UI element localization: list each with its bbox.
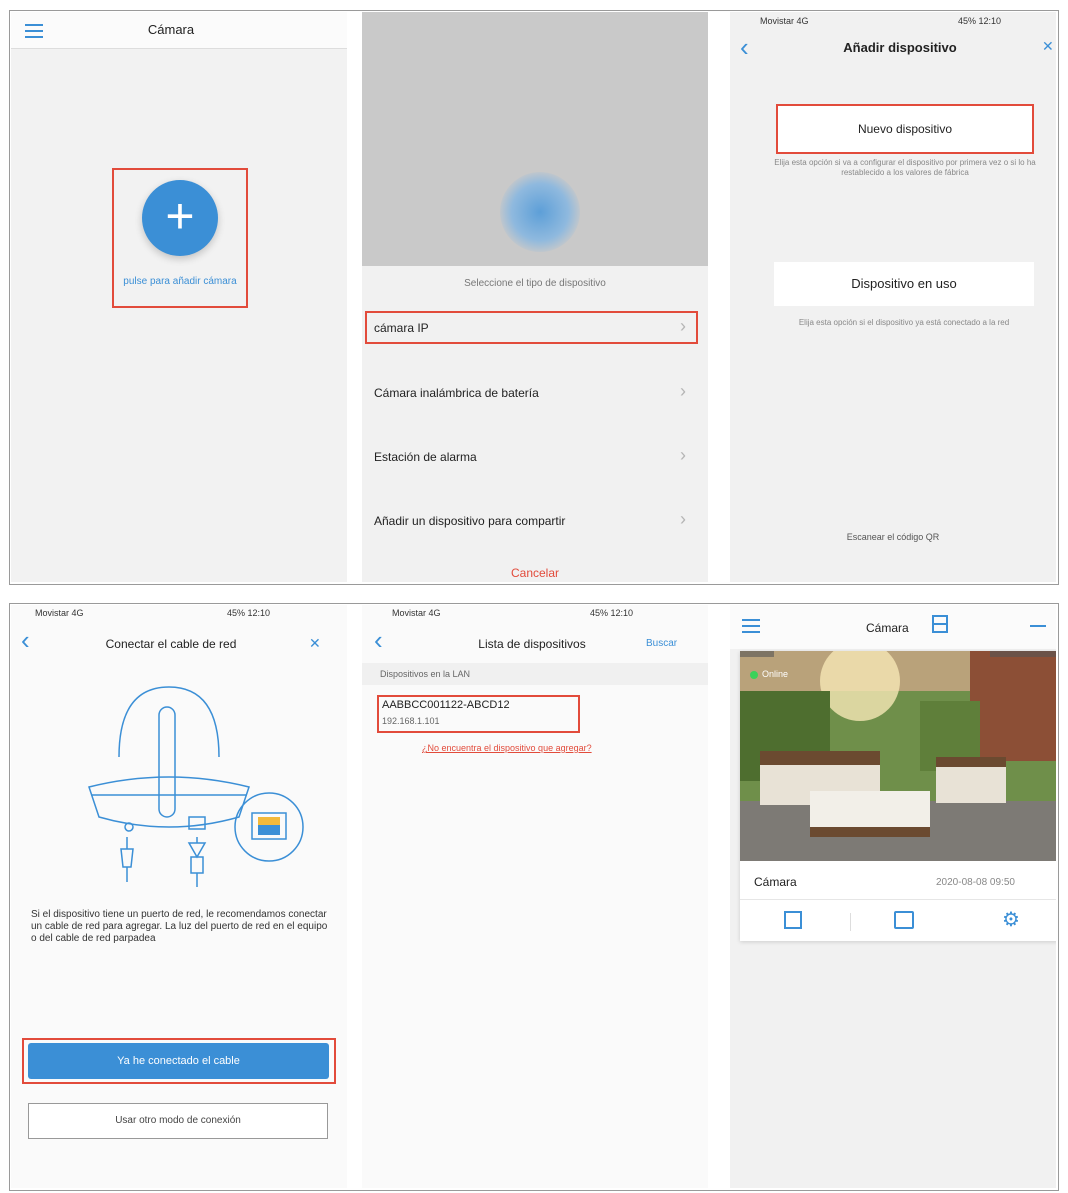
- camera-info: 2020-08-08 09:50: [936, 877, 1015, 888]
- card-divider: [740, 899, 1056, 900]
- status-battery-time: 45% 12:10: [958, 16, 1002, 26]
- panel-add-device: Movistar 4G 45% 12:10 ‹ Añadir dispositi…: [730, 12, 1056, 582]
- page-title: Cámara: [866, 621, 909, 635]
- device-in-use-button[interactable]: Dispositivo en uso: [774, 262, 1034, 306]
- cloud-storage-icon[interactable]: [894, 911, 914, 929]
- cable-connected-button[interactable]: Ya he conectado el cable: [28, 1043, 329, 1079]
- other-connection-button[interactable]: Usar otro modo de conexión: [28, 1103, 328, 1139]
- camera-name: Cámara: [754, 875, 797, 889]
- status-carrier: Movistar 4G: [760, 16, 809, 26]
- chevron-right-icon: ›: [680, 316, 686, 336]
- chevron-right-icon: ›: [680, 381, 686, 401]
- refresh-link[interactable]: Buscar: [646, 638, 677, 649]
- status-battery-time: 45% 12:10: [227, 608, 271, 618]
- back-icon[interactable]: ‹: [740, 34, 749, 60]
- list-item-label: Estación de alarma: [374, 450, 477, 464]
- instructions-text: Si el dispositivo tiene un puerto de red…: [31, 909, 328, 944]
- blurred-circle: [500, 172, 580, 252]
- help-link[interactable]: ¿No encuentra el dispositivo que agregar…: [422, 743, 592, 753]
- menu-icon[interactable]: [742, 615, 760, 637]
- back-icon[interactable]: ‹: [374, 627, 383, 653]
- scan-qr-link[interactable]: Escanear el código QR: [730, 532, 1056, 542]
- panel-device-list: Movistar 4G 45% 12:10 ‹ Lista de disposi…: [362, 605, 708, 1188]
- online-indicator: [750, 671, 758, 679]
- device-ip: 192.168.1.101: [382, 716, 440, 726]
- panel-device-type: Seleccione el tipo de dispositivo cámara…: [362, 12, 708, 582]
- chevron-right-icon: ›: [680, 445, 686, 465]
- panel-camera-feed: Cámara Online Cámara 2020-08-08 09:50 ⚙: [730, 605, 1056, 1188]
- page-title: Conectar el cable de red: [105, 637, 237, 651]
- close-icon[interactable]: ✕: [309, 635, 321, 652]
- add-camera-button[interactable]: +: [142, 180, 218, 256]
- add-camera-label[interactable]: pulse para añadir cámara: [112, 276, 248, 287]
- page-title: Lista de dispositivos: [478, 637, 586, 651]
- online-label: Online: [762, 669, 789, 679]
- panel-connect-cable: Movistar 4G 45% 12:10 ‹ Conectar el cabl…: [11, 605, 347, 1188]
- section-header: Dispositivos en la LAN: [362, 663, 708, 685]
- layout-toggle-icon[interactable]: [932, 615, 948, 633]
- camera-preview-image: [740, 651, 1056, 861]
- playback-icon[interactable]: [784, 911, 802, 929]
- camera-card[interactable]: Online Cámara 2020-08-08 09:50 ⚙: [740, 651, 1056, 941]
- close-icon[interactable]: ✕: [1042, 38, 1054, 55]
- settings-gear-icon[interactable]: ⚙: [1002, 907, 1020, 932]
- device-in-use-description: Elija esta opción si el dispositivo ya e…: [798, 318, 1010, 327]
- new-device-button[interactable]: Nuevo dispositivo: [778, 106, 1032, 152]
- cancel-button[interactable]: Cancelar: [362, 566, 708, 580]
- vertical-separator: [850, 913, 851, 931]
- plus-icon: +: [165, 188, 195, 244]
- status-carrier: Movistar 4G: [35, 608, 84, 618]
- back-icon[interactable]: ‹: [21, 627, 30, 653]
- list-item-label: Cámara inalámbrica de batería: [374, 386, 539, 400]
- chevron-right-icon: ›: [680, 509, 686, 529]
- page-title: Cámara: [147, 22, 195, 37]
- list-item-label: Añadir un dispositivo para compartir: [374, 514, 566, 528]
- minus-icon[interactable]: [1030, 625, 1046, 627]
- page-title: Añadir dispositivo: [843, 40, 957, 55]
- camera-cable-illustration: [88, 686, 304, 887]
- device-name[interactable]: AABBCC001122-ABCD12: [382, 699, 510, 711]
- list-item-shared-device[interactable]: Añadir un dispositivo para compartir ›: [362, 490, 708, 554]
- list-item-battery-camera[interactable]: Cámara inalámbrica de batería ›: [362, 362, 708, 426]
- list-item-alarm-station[interactable]: Estación de alarma ›: [362, 426, 708, 490]
- list-item-ip-camera[interactable]: cámara IP ›: [362, 297, 708, 361]
- panel-camera-empty: Cámara + pulse para añadir cámara: [11, 12, 347, 582]
- new-device-description: Elija esta opción si va a configurar el …: [774, 158, 1036, 177]
- status-battery-time: 45% 12:10: [590, 608, 634, 618]
- sheet-header: Seleccione el tipo de dispositivo: [464, 278, 606, 289]
- list-item-label: cámara IP: [374, 321, 429, 335]
- status-carrier: Movistar 4G: [392, 608, 441, 618]
